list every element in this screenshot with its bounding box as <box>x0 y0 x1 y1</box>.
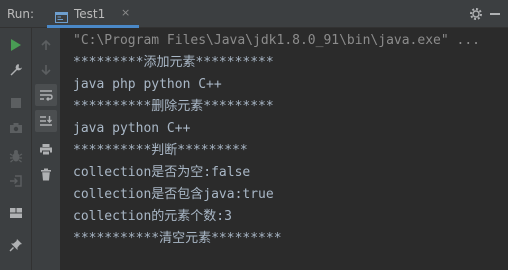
arrow-down-icon[interactable] <box>35 59 57 81</box>
gear-icon[interactable] <box>468 6 484 22</box>
console-output[interactable]: "C:\Program Files\Java\jdk1.8.0_91\bin\j… <box>61 28 508 270</box>
wrench-icon[interactable] <box>5 59 27 81</box>
scroll-to-end-icon[interactable] <box>35 110 57 132</box>
output-line: collection的元素个数:3 <box>73 209 232 224</box>
stop-icon[interactable] <box>5 92 27 114</box>
arrow-up-icon[interactable] <box>35 34 57 56</box>
bug-icon[interactable] <box>5 145 27 167</box>
output-line: *********添加元素********** <box>73 55 274 70</box>
login-icon[interactable] <box>5 170 27 192</box>
tab-test1[interactable]: Test1 × <box>47 0 139 28</box>
output-line: **********删除元素********* <box>73 99 274 114</box>
output-line: **********判断********* <box>73 143 248 158</box>
layout-icon[interactable] <box>5 202 27 224</box>
console-toolbar <box>32 28 61 270</box>
output-line: collection是否包含java:true <box>73 187 274 202</box>
pin-icon[interactable] <box>5 234 27 256</box>
console-tab-icon <box>55 8 68 23</box>
run-label: Run: <box>7 7 35 21</box>
soft-wrap-icon[interactable] <box>35 84 57 106</box>
camera-icon[interactable] <box>5 117 27 139</box>
tab-label: Test1 <box>74 7 106 21</box>
command-line: "C:\Program Files\Java\jdk1.8.0_91\bin\j… <box>73 33 480 48</box>
minimize-icon[interactable] <box>490 13 500 15</box>
close-icon[interactable]: × <box>121 6 130 20</box>
output-line: java php python C++ <box>73 77 222 92</box>
left-toolbar <box>0 28 32 270</box>
output-line: ***********清空元素********* <box>73 231 282 246</box>
trash-icon[interactable] <box>35 163 57 185</box>
output-line: java python C++ <box>73 121 191 136</box>
run-tool-window-header: Run: Test1 × <box>0 0 508 28</box>
print-icon[interactable] <box>35 138 57 160</box>
output-line: collection是否为空:false <box>73 165 251 180</box>
run-icon[interactable] <box>5 34 27 56</box>
